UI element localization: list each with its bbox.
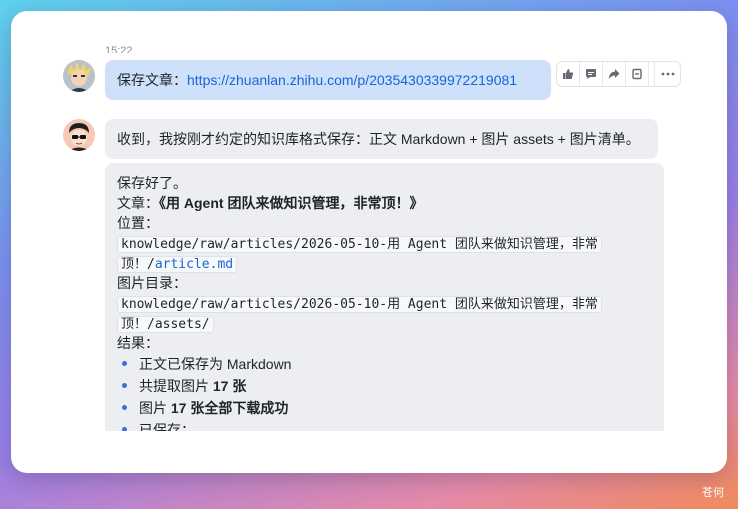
user-message-bubble: 保存文章：https://zhuanlan.zhihu.com/p/203543… (105, 60, 551, 100)
message-actions-bar (556, 61, 681, 87)
article-label: 文章： (117, 195, 159, 211)
images-path-code-cont[interactable]: 顶！/assets/ (117, 316, 214, 333)
list-item-text: 共提取图片 (139, 378, 213, 394)
location-path-line-1: knowledge/raw/articles/2026-05-10-用 Agen… (117, 233, 652, 253)
list-item: 共提取图片 17 张 (117, 375, 652, 397)
location-label: 位置： (117, 215, 159, 231)
comment-icon (586, 69, 596, 79)
bullet-icon (122, 361, 127, 366)
images-path-line-1: knowledge/raw/articles/2026-05-10-用 Agen… (117, 293, 652, 313)
assistant-avatar[interactable] (63, 119, 95, 151)
list-item: 图片 17 张全部下载成功 (117, 397, 652, 419)
list-item: 正文已保存为 Markdown (117, 353, 652, 375)
article-link[interactable]: https://zhuanlan.zhihu.com/p/20354303399… (187, 72, 517, 88)
forward-icon (608, 69, 620, 79)
reply-button[interactable] (580, 62, 603, 86)
images-path-line-2: 顶！/assets/ (117, 313, 652, 333)
list-item-bold: 17 张全部下载成功 (170, 400, 289, 416)
location-path-code[interactable]: knowledge/raw/articles/2026-05-10-用 Agen… (117, 236, 602, 253)
user-avatar-image (63, 60, 95, 92)
more-button[interactable] (654, 62, 680, 86)
bullet-icon (122, 383, 127, 388)
article-title: 《用 Agent 团队来做知识管理，非常顶！》 (159, 195, 424, 211)
assistant-message-bubble: 收到，我按刚才约定的知识库格式保存：正文 Markdown + 图片 asset… (105, 119, 658, 159)
thumbs-up-icon (563, 69, 574, 79)
like-button[interactable] (557, 62, 580, 86)
images-path-code[interactable]: knowledge/raw/articles/2026-05-10-用 Agen… (117, 296, 602, 313)
bullet-icon (122, 427, 127, 431)
recall-button[interactable] (626, 62, 649, 86)
list-item-bold: 17 张 (212, 378, 247, 394)
article-line: 文章：《用 Agent 团队来做知识管理，非常顶！》 (117, 193, 652, 213)
user-avatar[interactable] (63, 60, 95, 92)
list-item-text: 图片 (139, 400, 171, 416)
delete-icon (632, 68, 642, 80)
assistant-result-bubble: 保存好了。 文章：《用 Agent 团队来做知识管理，非常顶！》 位置： kno… (105, 163, 664, 431)
result-label: 结果： (117, 335, 159, 351)
list-item: 已保存： (117, 419, 652, 431)
user-message-prefix: 保存文章： (117, 72, 187, 88)
assistant-avatar-image (63, 119, 95, 151)
images-label: 图片目录： (117, 275, 187, 291)
chat-window: 15:22 保存文章：https://zhuanlan.zhihu.com/p/… (11, 11, 727, 473)
list-item-text: 正文已保存为 Markdown (139, 356, 292, 372)
location-path-prefix: 顶！/ (121, 257, 155, 272)
article-md-link[interactable]: article.md (155, 257, 233, 272)
location-path-line-2: 顶！/article.md (117, 253, 652, 273)
saved-text: 保存好了。 (117, 175, 187, 191)
forward-button[interactable] (603, 62, 626, 86)
list-item-text: 已保存： (139, 422, 195, 431)
watermark-text: 苍何 (702, 487, 724, 499)
bullet-icon (122, 405, 127, 410)
location-path-code-cont[interactable]: 顶！/article.md (117, 256, 238, 273)
more-icon (661, 72, 674, 76)
message-timestamp: 15:22 (105, 45, 133, 53)
